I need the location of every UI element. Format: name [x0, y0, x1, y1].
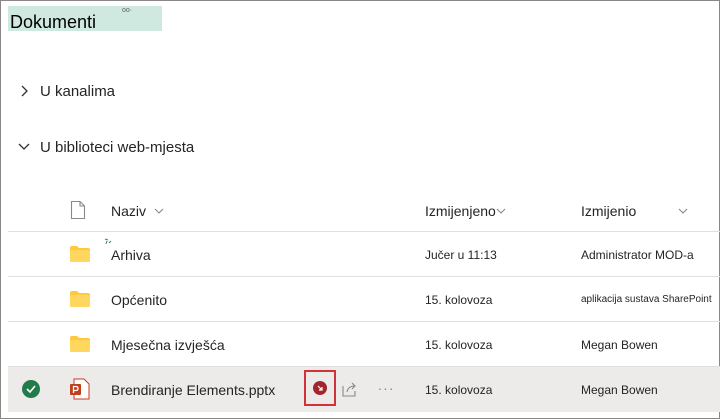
column-modified-by-header[interactable]: Izmijenio — [581, 190, 688, 232]
share-icon[interactable] — [341, 380, 359, 398]
row-modified-by: Megan Bowen — [581, 337, 658, 352]
column-modified-by-label: Izmijenio — [581, 203, 637, 219]
row-modified-by: aplikacija sustava SharePoint — [581, 294, 712, 305]
chevron-down-icon — [16, 139, 32, 155]
column-header: Naziv Izmijenjeno Izmijenio — [8, 190, 720, 232]
section-label: U biblioteci web-mjesta — [40, 138, 195, 156]
chevron-down-icon — [496, 208, 506, 215]
chevron-down-icon — [154, 208, 164, 215]
row-name[interactable]: Općenito — [111, 277, 167, 322]
row-name[interactable]: Brendiranje Elements.pptx — [111, 367, 275, 412]
powerpoint-icon — [70, 378, 90, 400]
chevron-right-icon — [16, 83, 32, 99]
page-title: Dokumenti — [10, 12, 97, 32]
row-modified: 15. kolovoza — [425, 292, 493, 307]
sync-error-button[interactable] — [304, 370, 336, 406]
folder-icon — [70, 336, 90, 352]
more-icon[interactable]: ··· — [376, 380, 396, 396]
table-row[interactable]: Mjesečna izvješća 15. kolovoza Megan Bow… — [8, 322, 720, 367]
column-name-label: Naziv — [111, 203, 147, 219]
row-modified: 15. kolovoza — [425, 382, 493, 397]
chevron-down-icon — [678, 208, 688, 215]
row-name[interactable]: Arhiva — [111, 232, 151, 277]
row-modified-by: Administrator MOD-a — [581, 247, 694, 262]
folder-icon — [70, 291, 90, 307]
folder-icon — [70, 246, 90, 262]
section-label: U kanalima — [40, 82, 116, 100]
title-badge: oo· — [122, 7, 133, 14]
column-name-header[interactable]: Naziv — [111, 190, 164, 232]
section-in-channels[interactable]: U kanalima — [16, 80, 115, 102]
row-modified-by: Megan Bowen — [581, 382, 658, 397]
section-in-site-library[interactable]: U biblioteci web-mjesta — [16, 136, 194, 158]
file-icon — [70, 200, 86, 223]
checkmark-icon[interactable] — [22, 380, 40, 398]
column-modified-label: Izmijenjeno — [425, 203, 496, 219]
row-modified: 15. kolovoza — [425, 337, 493, 352]
table-row[interactable]: Općenito 15. kolovoza aplikacija sustava… — [8, 277, 720, 322]
file-type-header[interactable] — [70, 190, 86, 232]
row-name[interactable]: Mjesečna izvješća — [111, 322, 225, 367]
column-modified-header[interactable]: Izmijenjeno — [425, 190, 506, 232]
sync-error-icon — [313, 381, 327, 395]
row-modified: Jučer u 11:13 — [425, 247, 497, 262]
table-row-selected[interactable]: Brendiranje Elements.pptx ··· 15. kolovo… — [8, 367, 720, 412]
table-row[interactable]: Arhiva Jučer u 11:13 Administrator MOD-a — [8, 232, 720, 277]
